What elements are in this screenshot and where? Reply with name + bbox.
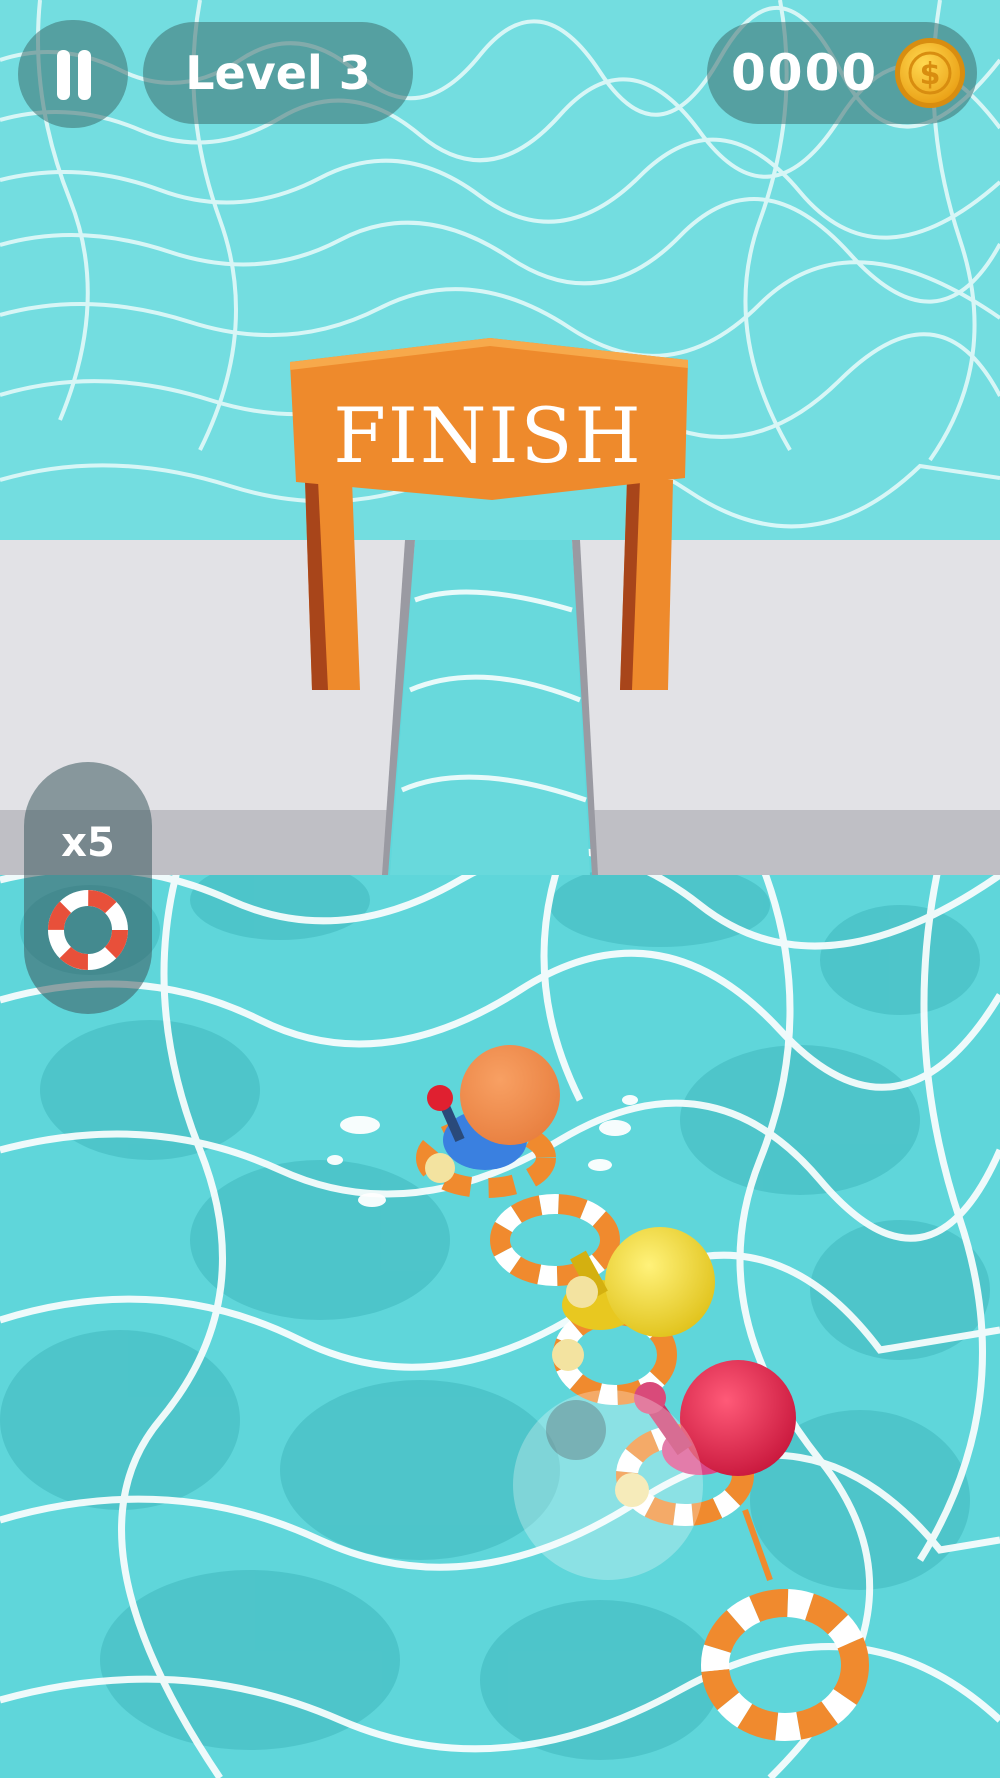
pause-button[interactable] [18, 20, 128, 128]
level-indicator: Level 3 [143, 22, 413, 124]
life-ring-icon [48, 890, 128, 970]
life-ring-powerup[interactable]: x5 [24, 762, 152, 1014]
coin-counter: 0000 $ [707, 22, 977, 124]
coin-count: 0000 [731, 44, 879, 102]
finish-sign-text: FINISH [333, 391, 643, 480]
water-channel [390, 540, 590, 875]
virtual-joystick[interactable] [513, 1390, 703, 1580]
pause-icon-bar [78, 50, 91, 100]
coin-icon: $ [895, 38, 965, 108]
pause-icon [57, 50, 70, 100]
level-label: Level 3 [185, 46, 371, 100]
life-ring-count: x5 [61, 820, 115, 866]
coin-symbol: $ [920, 57, 941, 92]
